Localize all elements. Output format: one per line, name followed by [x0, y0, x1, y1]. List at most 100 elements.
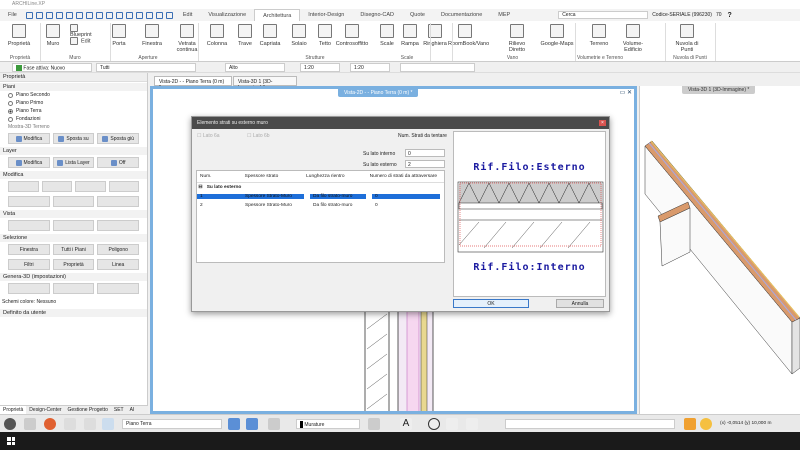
view-fit-button[interactable]: [52, 220, 95, 231]
coords-icon[interactable]: [466, 418, 478, 430]
tab-view-3d[interactable]: Vista-3D 1 (3D-Immagine) *: [233, 76, 297, 91]
ribbon-button-rilievo-diretto[interactable]: Rilievo Diretto: [500, 24, 534, 53]
line-tool-icon[interactable]: [156, 11, 164, 19]
scale-select-2[interactable]: 1:20: [350, 63, 390, 72]
render-icon[interactable]: [44, 418, 56, 430]
counter[interactable]: 70: [716, 12, 722, 18]
wall-tool-icon[interactable]: [136, 11, 144, 19]
ribbon-button-nuvola-di-punti[interactable]: Nuvola di Punti: [670, 24, 704, 53]
paste-button[interactable]: [75, 181, 106, 192]
paint-button[interactable]: [8, 196, 50, 207]
view-window-controls[interactable]: ▭ ✕: [620, 89, 632, 96]
floor-down-icon[interactable]: [246, 418, 258, 430]
floor-radio[interactable]: Piano Secondo: [0, 91, 147, 99]
gen3d-button-3[interactable]: [97, 283, 140, 294]
help-icon[interactable]: ?: [728, 12, 732, 19]
panel-button[interactable]: Modifica: [8, 133, 50, 144]
floor-radio[interactable]: Fondazioni: [0, 115, 147, 123]
tab-visualizzazione[interactable]: Visualizzazione: [200, 9, 254, 21]
copy-button[interactable]: [41, 181, 72, 192]
settings-icon[interactable]: [4, 418, 16, 430]
save-icon[interactable]: [36, 11, 44, 19]
light-icon[interactable]: [700, 418, 712, 430]
floor-radio[interactable]: Piano Terra: [0, 107, 147, 115]
panel-button[interactable]: Modifica: [8, 157, 50, 168]
panel-tab[interactable]: SET: [111, 406, 127, 414]
filter-select[interactable]: Tutti: [96, 63, 196, 72]
text-icon[interactable]: A: [400, 418, 412, 430]
ribbon-button-edit[interactable]: Edit: [70, 37, 100, 45]
trash-icon[interactable]: [126, 11, 134, 19]
color-scheme[interactable]: Schemi colore: Nessuno: [0, 296, 147, 308]
ribbon-button-muro[interactable]: Muro: [36, 24, 70, 47]
gen3d-button-1[interactable]: [8, 283, 50, 294]
view-center-button[interactable]: [97, 220, 140, 231]
sun-icon[interactable]: [684, 418, 696, 430]
view-zoom-button[interactable]: [8, 220, 50, 231]
tab-mep[interactable]: MEP: [490, 9, 518, 21]
tab-edit[interactable]: Edit: [175, 9, 200, 21]
floor-up-icon[interactable]: [228, 418, 240, 430]
ribbon-button-terreno[interactable]: Terreno: [582, 24, 616, 47]
panel-tab[interactable]: Design-Center: [26, 406, 64, 414]
section-layer[interactable]: Layer: [0, 147, 147, 155]
layer-tool-icon[interactable]: [368, 418, 380, 430]
hammer-icon[interactable]: [268, 418, 280, 430]
tab-quote[interactable]: Quote: [402, 9, 433, 21]
transform-button[interactable]: [97, 196, 140, 207]
ribbon-button-controsoffitto[interactable]: Controsoffitto: [335, 24, 369, 47]
floor-select[interactable]: Piano Terra: [122, 419, 222, 429]
cut-button[interactable]: [8, 181, 39, 192]
empty-select[interactable]: [400, 63, 475, 72]
cancel-button[interactable]: Annulla: [556, 299, 604, 308]
panel-button[interactable]: Linea: [97, 259, 140, 270]
panel-tab[interactable]: Proprietà: [0, 406, 27, 414]
line-tool-icon[interactable]: [146, 11, 154, 19]
ribbon-button-google-maps[interactable]: Google-Maps: [540, 24, 574, 47]
view-3d[interactable]: Vista-3D 1 (3D-Immagine) *: [639, 86, 800, 414]
new-icon[interactable]: [26, 11, 34, 19]
tab-disegno-cad[interactable]: Disegno-CAD: [352, 9, 402, 21]
ribbon-button-roombook-vano[interactable]: RoomBook/Vano: [448, 24, 489, 47]
ribbon-button-blueprint[interactable]: Blueprint: [70, 24, 100, 38]
section-user-defined[interactable]: Definito da utente: [0, 309, 147, 317]
panel-button[interactable]: Tutti i Piani: [52, 244, 95, 255]
panel-button[interactable]: Off: [97, 157, 140, 168]
ribbon-button-porta[interactable]: Porta: [102, 24, 136, 47]
floor-radio[interactable]: Piano Primo: [0, 99, 147, 107]
tab-interior-design[interactable]: Interior-Design: [300, 9, 352, 21]
table-row[interactable]: 1 Spessore Strato-Muro Da filo strato-muro…: [197, 192, 444, 201]
tool-icon[interactable]: [64, 418, 76, 430]
panel-tab[interactable]: AI: [127, 406, 138, 414]
close-icon[interactable]: ×: [599, 120, 606, 126]
panel-tab[interactable]: Gestione Progetto: [65, 406, 111, 414]
windows-start-icon[interactable]: [7, 437, 15, 445]
section-selection[interactable]: Selezione: [0, 234, 147, 242]
phase-select[interactable]: Fase attiva: Nuovo: [12, 63, 92, 72]
table-row[interactable]: 2 Spessore Strato-Muro Da filo strato-muro…: [197, 201, 444, 210]
undo-icon[interactable]: [56, 11, 64, 19]
ribbon-button-finestra[interactable]: Finestra: [135, 24, 169, 47]
panel-button[interactable]: Sposta giù: [97, 133, 140, 144]
print-icon[interactable]: [46, 11, 54, 19]
file-menu[interactable]: File: [0, 9, 25, 21]
view-icon[interactable]: [102, 418, 114, 430]
panel-button[interactable]: Proprietà: [52, 259, 95, 270]
terrain-checkbox[interactable]: Mostra-3D Terreno: [0, 123, 147, 131]
table-group[interactable]: ⊟ Su lato esterno: [197, 183, 444, 192]
layer-select[interactable]: Murature: [296, 419, 360, 429]
ribbon-button-ringhiera[interactable]: Ringhiera: [418, 24, 452, 47]
snap-icon[interactable]: [166, 11, 174, 19]
pen-icon[interactable]: [116, 11, 124, 19]
paste-icon[interactable]: [96, 11, 104, 19]
ok-button[interactable]: OK: [453, 299, 529, 308]
grid-icon[interactable]: [24, 418, 36, 430]
height-select[interactable]: Alto: [225, 63, 285, 72]
duplicate-button[interactable]: [108, 181, 139, 192]
section-floors[interactable]: Piani: [0, 83, 147, 91]
scale-select-1[interactable]: 1:20: [300, 63, 340, 72]
panel-button[interactable]: Finestra: [8, 244, 50, 255]
section-view[interactable]: Vista: [0, 210, 147, 218]
checkbox-lato-a[interactable]: ☐ Lato 6a: [197, 133, 220, 139]
cut-icon[interactable]: [76, 11, 84, 19]
